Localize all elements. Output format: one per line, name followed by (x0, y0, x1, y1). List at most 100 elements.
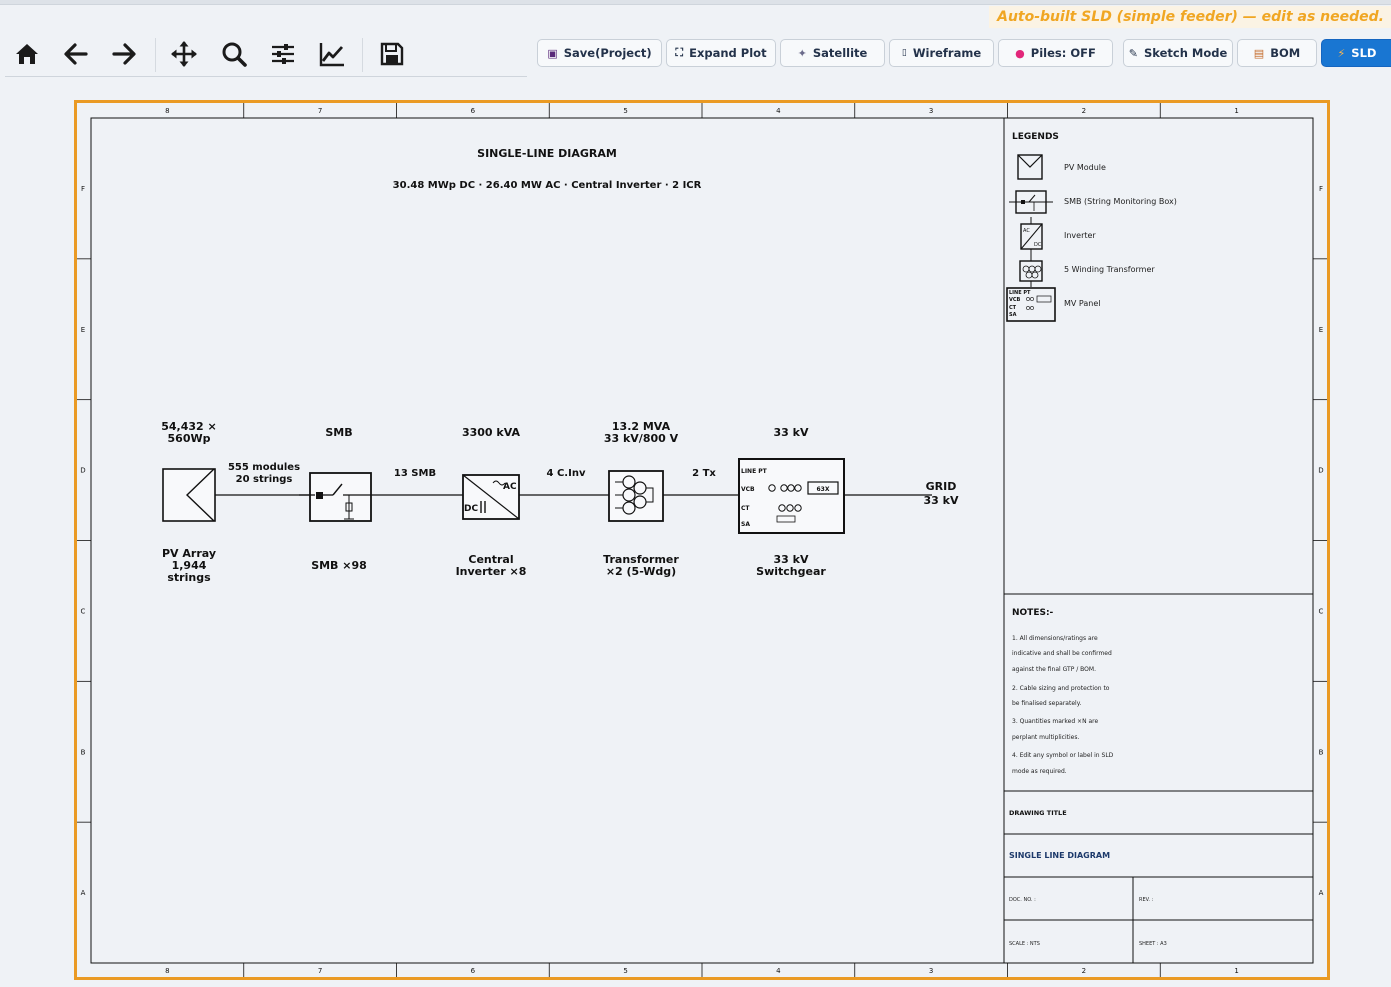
zone-label: 3 (929, 107, 933, 115)
legend-mv-vcb: VCB (1009, 297, 1021, 303)
note-line: against the final GTP / BOM. (1012, 666, 1096, 673)
drawing-title-label: DRAWING TITLE (1009, 809, 1067, 817)
zone-label: 6 (471, 967, 476, 975)
zone-label: 2 (1082, 967, 1086, 975)
wireframe-button[interactable]: ▯ Wireframe (889, 39, 994, 67)
zone-label: 5 (623, 107, 627, 115)
zone-label: 8 (165, 967, 169, 975)
note-line: be finalised separately. (1012, 700, 1081, 707)
forward-button[interactable] (104, 36, 144, 72)
legend-smb-label: SMB (String Monitoring Box) (1064, 197, 1177, 206)
note-line: 2. Cable sizing and protection to (1012, 685, 1110, 692)
legend-smb-symbol (1009, 190, 1053, 214)
expand-plot-button[interactable]: ⛶ Expand Plot (666, 39, 776, 67)
sld-drawing: 8877665544332211F FE ED DC CB BA A SINGLE-LINE… (77, 103, 1327, 977)
plot-nav-toolbar (5, 32, 527, 77)
pan-icon (171, 41, 197, 67)
note-line: 3. Quantities marked ×N are (1012, 718, 1098, 725)
notes-list: 1. All dimensions/ratings are indicative… (1012, 635, 1114, 775)
zone-label: C (81, 607, 86, 615)
expand-plot-label: Expand Plot (689, 46, 767, 60)
link-smb-inverter: 13 SMB (394, 468, 436, 479)
note-line: 1. All dimensions/ratings are (1012, 635, 1098, 642)
zone-label: 2 (1082, 107, 1086, 115)
zoom-icon (222, 42, 247, 67)
zone-label: B (1319, 748, 1324, 756)
pv-module-rating: 560Wp (168, 432, 211, 445)
zoom-button[interactable] (214, 36, 254, 72)
legend-pv-module-symbol (1017, 154, 1043, 180)
switchgear-voltage-top: 33 kV (774, 426, 809, 439)
edit-axis-button[interactable] (312, 36, 352, 72)
switchgear-label: Switchgear (756, 565, 826, 578)
note-line: mode as required. (1012, 768, 1067, 775)
zone-label: 4 (776, 967, 781, 975)
sketch-mode-button[interactable]: ✎ Sketch Mode (1123, 39, 1233, 67)
expand-icon: ⛶ (675, 46, 684, 59)
satellite-label: Satellite (812, 46, 868, 60)
sld-button[interactable]: ⚡ SLD (1321, 39, 1391, 67)
clipboard-icon: ▤ (1253, 46, 1265, 60)
legend-mv-sa: SA (1009, 312, 1017, 318)
legend-mv-line-pt: LINE PT (1009, 290, 1031, 296)
transformer-symbol[interactable] (608, 470, 664, 522)
zone-label: A (81, 889, 86, 897)
save-project-button[interactable]: ▣ Save(Project) (537, 39, 662, 67)
diagram-title: SINGLE-LINE DIAGRAM (477, 147, 617, 160)
switchgear-breaker-tag: 63X (817, 486, 830, 493)
sketch-mode-label: Sketch Mode (1143, 46, 1228, 60)
zone-label: 6 (471, 107, 476, 115)
satellite-icon: ✦ (797, 46, 807, 60)
zone-label: 1 (1234, 967, 1238, 975)
rev-field: REV. : (1139, 897, 1154, 903)
back-button[interactable] (56, 36, 96, 72)
piles-toggle-button[interactable]: ● Piles: OFF (998, 39, 1113, 67)
pin-icon: ● (1015, 46, 1025, 60)
transformer-quantity: ×2 (5-Wdg) (606, 565, 676, 578)
zone-label: 7 (318, 967, 322, 975)
legend-transformer-label: 5 Winding Transformer (1064, 265, 1155, 274)
sld-sheet: 8877665544332211FFEEDDCCBBAA SINGLE-LINE… (74, 100, 1330, 980)
grid-label: GRID (926, 480, 957, 493)
zone-label: C (1319, 607, 1324, 615)
legend-mv-panel-label: MV Panel (1064, 299, 1101, 308)
save-figure-button[interactable] (372, 36, 412, 72)
wireframe-label: Wireframe (912, 46, 982, 60)
home-button[interactable] (7, 36, 47, 72)
pencil-icon: ✎ (1128, 46, 1138, 60)
sld-label: SLD (1351, 46, 1377, 60)
satellite-button[interactable]: ✦ Satellite (780, 39, 885, 67)
bom-label: BOM (1270, 46, 1301, 60)
svg-text:AC: AC (1023, 228, 1030, 234)
back-arrow-icon (64, 43, 88, 65)
legend-transformer-symbol (1019, 253, 1043, 287)
zone-label: 8 (165, 107, 169, 115)
pv-array-symbol[interactable] (162, 468, 216, 522)
sheet-size-field: SHEET : A3 (1139, 941, 1167, 947)
note-line: 4. Edit any symbol or label in SLD (1012, 752, 1114, 759)
zone-label: A (1319, 889, 1324, 897)
zone-label: D (80, 467, 85, 475)
zone-label: 5 (623, 967, 627, 975)
zone-label: 3 (929, 967, 933, 975)
floppy-icon: ▣ (547, 46, 558, 60)
legend-mv-ct: CT (1009, 305, 1017, 311)
zone-label: B (81, 748, 86, 756)
home-icon (16, 44, 38, 64)
pan-button[interactable] (164, 36, 204, 72)
inverter-rating: 3300 kVA (462, 426, 521, 439)
smb-symbol[interactable] (299, 472, 372, 522)
legends-heading: LEGENDS (1012, 132, 1059, 142)
sliders-icon (272, 44, 294, 64)
right-panel-frame (1003, 118, 1313, 963)
legend-inverter-label: Inverter (1064, 231, 1096, 240)
switchgear-vcb: VCB (741, 486, 755, 493)
doc-no-field: DOC. NO. : (1009, 897, 1036, 903)
line-chart-icon (319, 43, 344, 67)
configure-button[interactable] (263, 36, 303, 72)
switchgear-ct: CT (741, 505, 750, 512)
scale-field: SCALE : NTS (1009, 941, 1040, 947)
bom-button[interactable]: ▤ BOM (1237, 39, 1317, 67)
forward-arrow-icon (112, 43, 136, 65)
pv-strings-label: strings (167, 571, 211, 584)
